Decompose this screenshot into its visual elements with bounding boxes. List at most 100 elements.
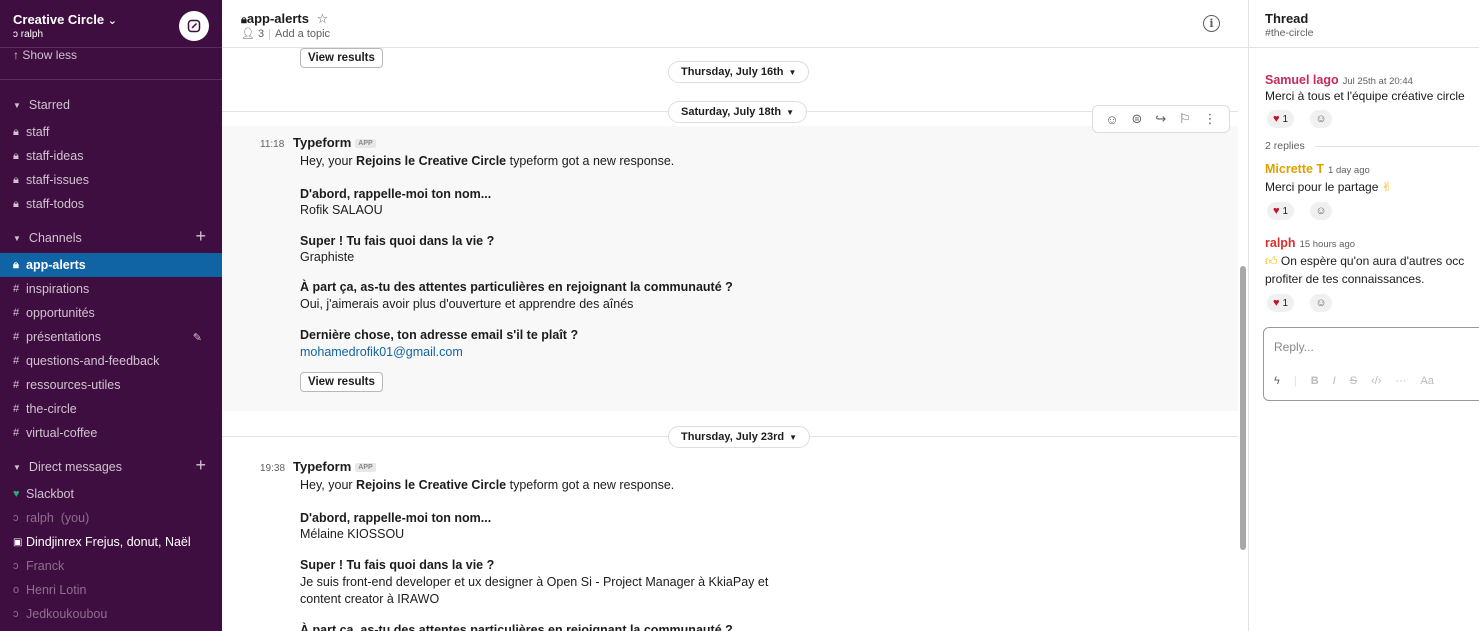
author-name: Micrette T <box>1265 162 1325 176</box>
sidebar-item-label: virtual-coffee <box>26 426 98 440</box>
chevron-down-icon: ▼ <box>788 67 797 77</box>
sidebar-item-staff-todos[interactable]: 🔒︎ staff-todos <box>0 192 222 216</box>
thread-root-author[interactable]: Samuel lago Jul 25th at 20:44 <box>1265 73 1413 87</box>
channels-label: Channels <box>28 231 82 245</box>
sidebar-item-slackbot[interactable]: ♥ Slackbot <box>0 482 222 506</box>
channel-header: 🔒︎app-alerts ☆ 👤︎ 3 | Add a topic i <box>222 0 1248 48</box>
sidebar-item-virtual-coffee[interactable]: # virtual-coffee <box>0 421 222 445</box>
sidebar-item-franck[interactable]: ↄ Franck <box>0 554 222 578</box>
share-icon[interactable]: ↪ <box>1155 111 1166 127</box>
app-badge: APP <box>355 139 376 148</box>
add-dm-icon[interactable]: + <box>195 455 206 476</box>
date-divider-jul-23[interactable]: Thursday, July 23rd ▼ <box>668 426 811 448</box>
sidebar-item-inspirations[interactable]: # inspirations <box>0 277 222 301</box>
show-less-label: Show less <box>22 48 78 62</box>
show-less-toggle[interactable]: ↑ Show less <box>13 47 77 63</box>
hash-icon: # <box>13 331 20 343</box>
sidebar-item-staff-issues[interactable]: 🔒︎ staff-issues <box>0 168 222 192</box>
channel-name-button[interactable]: 🔒︎app-alerts ☆ <box>241 11 328 28</box>
intro-text: Hey, your <box>300 478 357 492</box>
sidebar-item-staff[interactable]: 🔒︎ staff <box>0 120 222 144</box>
caret-down-icon: ▼ <box>13 462 21 472</box>
sidebar-item-jedkoukoubou[interactable]: ↄ Jedkoukoubou <box>0 602 222 626</box>
sidebar-item-app-alerts[interactable]: 🔒︎ app-alerts <box>0 253 222 277</box>
members-button[interactable]: 👤︎ 3 <box>241 28 264 40</box>
compose-button[interactable] <box>179 11 209 41</box>
message-author[interactable]: Typeform APP <box>293 135 376 150</box>
sidebar-item-label: the-circle <box>26 402 77 416</box>
sidebar-item-opportunites[interactable]: # opportunités <box>0 301 222 325</box>
reaction-count: 1 <box>1282 297 1289 309</box>
view-results-button[interactable]: View results <box>300 48 383 68</box>
heart-reaction[interactable]: ♥ 1 <box>1267 202 1295 220</box>
sidebar-item-group-dm[interactable]: ▣ Dindjinrex Frejus, donut, Naël <box>0 530 222 554</box>
sidebar-item-label: Slackbot <box>26 487 74 501</box>
shortcuts-icon[interactable]: ϟ <box>1274 375 1280 387</box>
sidebar-item-ressources-utiles[interactable]: # ressources-utiles <box>0 373 222 397</box>
star-icon[interactable]: ☆ <box>317 11 329 26</box>
add-reaction-icon[interactable]: ☺ <box>1310 110 1332 128</box>
add-topic-link[interactable]: Add a topic <box>275 28 330 40</box>
bold-icon[interactable]: B <box>1311 375 1319 387</box>
thread-channel-link[interactable]: #the-circle <box>1265 26 1479 40</box>
sidebar-item-henri-lotin[interactable]: o Henri Lotin <box>0 578 222 602</box>
channels-section-header[interactable]: ▼ Channels + <box>13 226 210 248</box>
code-icon[interactable]: ‹/› <box>1371 375 1381 387</box>
heart-reaction[interactable]: ♥ 1 <box>1267 110 1295 128</box>
message-time: 15 hours ago <box>1299 239 1356 250</box>
thread-header: Thread #the-circle <box>1249 0 1479 48</box>
reply-author[interactable]: Micrette T1 day ago <box>1265 162 1370 176</box>
date-label: Thursday, July 23rd <box>681 431 785 443</box>
thread-root-text: Merci à tous et l'équipe créative circle <box>1265 89 1465 103</box>
view-results-button[interactable]: View results <box>300 372 383 392</box>
format-text-icon[interactable]: Aa <box>1420 375 1433 387</box>
message-time[interactable]: 19:38 <box>260 463 285 474</box>
heart-reaction[interactable]: ♥ 1 <box>1267 294 1295 312</box>
direct-messages-section-header[interactable]: ▼ Direct messages + <box>13 455 210 477</box>
chevron-down-icon: ▼ <box>789 432 798 442</box>
sidebar-item-label: staff <box>26 125 50 139</box>
message-time: 1 day ago <box>1328 165 1370 176</box>
scrollbar-thumb[interactable] <box>1240 266 1246 550</box>
workspace-header[interactable]: Creative Circle ⌄ ↄ ralph <box>0 0 222 48</box>
add-channel-icon[interactable]: + <box>195 226 206 247</box>
channel-info-icon[interactable]: i <box>1203 15 1220 32</box>
more-actions-icon[interactable]: ⋮ <box>1204 111 1217 127</box>
sidebar-item-staff-ideas[interactable]: 🔒︎ staff-ideas <box>0 144 222 168</box>
strikethrough-icon[interactable]: S <box>1350 375 1357 387</box>
add-reaction-icon[interactable]: ☺ <box>1105 112 1118 127</box>
message-time[interactable]: 11:18 <box>260 139 284 150</box>
lock-icon: 🔒︎ <box>13 173 19 186</box>
reply-author[interactable]: ralph 15 hours ago <box>1265 236 1355 250</box>
message-scrollbar[interactable] <box>1238 48 1248 631</box>
starred-section-header[interactable]: ▼ Starred <box>13 95 210 115</box>
reply-composer[interactable]: Reply... ϟ | B I S ‹/› ··· Aa <box>1263 327 1479 401</box>
message-author[interactable]: Typeform APP <box>293 459 376 474</box>
bookmark-icon[interactable]: ⚐ <box>1179 111 1191 127</box>
message-intro: Hey, your Rejoins le Creative Circle typ… <box>300 153 674 169</box>
answer-email-link[interactable]: mohamedrofik01@gmail.com <box>300 344 463 360</box>
add-reaction-icon[interactable]: ☺ <box>1310 294 1332 312</box>
question-expectations: À part ça, as-tu des attentes particuliè… <box>300 623 733 631</box>
reply-text: Merci pour le partage ✌ <box>1265 179 1392 195</box>
lock-icon: 🔒︎ <box>13 197 19 210</box>
reply-input[interactable]: Reply... <box>1274 340 1314 354</box>
add-reaction-icon[interactable]: ☺ <box>1310 202 1332 220</box>
more-formatting-icon[interactable]: ··· <box>1395 375 1406 387</box>
sidebar-item-label: Dindjinrex Frejus, donut, Naël <box>26 535 191 549</box>
intro-text: Hey, your <box>300 154 357 168</box>
group-dm-icon: ▣ <box>13 536 23 548</box>
sidebar-item-questions-and-feedback[interactable]: # questions-and-feedback <box>0 349 222 373</box>
reply-in-thread-icon[interactable]: ⊜ <box>1132 111 1143 127</box>
author-name: ralph <box>1265 236 1296 250</box>
sidebar-item-the-circle[interactable]: # the-circle <box>0 397 222 421</box>
composer-toolbar: ϟ | B I S ‹/› ··· Aa <box>1274 375 1434 387</box>
sidebar-item-ralph[interactable]: ↄ ralph (you) <box>0 506 222 530</box>
sidebar-item-label: inspirations <box>26 282 90 296</box>
italic-icon[interactable]: I <box>1333 375 1336 387</box>
replies-count: 2 replies <box>1265 140 1305 152</box>
date-divider-jul-18[interactable]: Saturday, July 18th ▼ <box>668 101 807 123</box>
sidebar-item-presentations[interactable]: # présentations ✎ <box>0 325 222 349</box>
date-divider-jul-16[interactable]: Thursday, July 16th ▼ <box>668 61 810 83</box>
caret-down-icon: ▼ <box>13 100 21 110</box>
